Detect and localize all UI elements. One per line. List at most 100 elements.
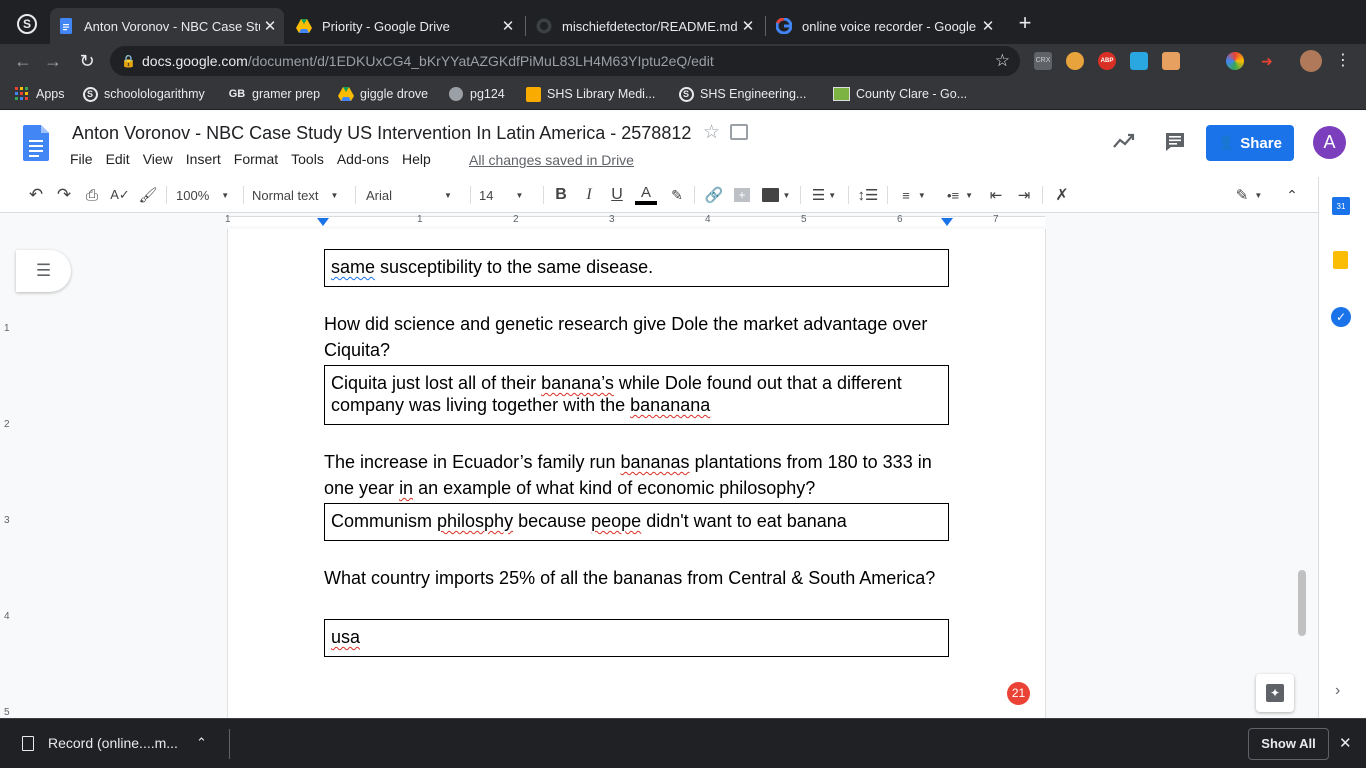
close-tab-icon[interactable]: ✕	[498, 17, 518, 35]
line-spacing-icon[interactable]: ↕☰	[857, 183, 879, 207]
misspelled-word[interactable]: peope	[591, 511, 641, 531]
crx-extension-icon[interactable]: CRX	[1034, 52, 1052, 70]
spellcheck-icon[interactable]: A✓	[110, 183, 130, 207]
italic-button[interactable]: I	[580, 183, 598, 207]
left-indent-marker[interactable]	[317, 218, 329, 226]
paint-format-icon[interactable]: 🖌	[138, 183, 158, 207]
answer-box-4[interactable]: usa	[324, 619, 949, 657]
increase-indent-icon[interactable]: ⇥	[1014, 183, 1034, 207]
bookmark-pg124[interactable]: pg124	[448, 84, 505, 104]
misspelled-word[interactable]: usa	[331, 627, 360, 647]
bookmark-shs-engineering[interactable]: S SHS Engineering...	[678, 84, 806, 104]
document-page[interactable]: same susceptibility to the same disease.…	[228, 229, 1045, 718]
bookmark-gramer-prep[interactable]: GB gramer prep	[228, 84, 320, 104]
chrome-profile-avatar[interactable]	[1300, 50, 1322, 72]
url-input[interactable]: 🔒 docs.google.com/document/d/1EDKUxCG4_b…	[110, 46, 1020, 76]
account-avatar[interactable]: A	[1313, 126, 1346, 159]
expand-panel-chevron-icon[interactable]: ›	[1335, 682, 1340, 700]
tab-online-voice-recorder[interactable]: online voice recorder - Google ✕	[768, 8, 1002, 44]
zoom-select[interactable]: 100% ▼	[176, 183, 236, 207]
right-indent-marker[interactable]	[941, 218, 953, 226]
share-button[interactable]: 👤 Share	[1206, 125, 1294, 161]
keep-icon[interactable]	[1333, 251, 1348, 269]
tab-anton-voronov[interactable]: Anton Voronov - NBC Case Stu ✕	[50, 8, 284, 44]
answer-box-1[interactable]: same susceptibility to the same disease.	[324, 249, 949, 287]
bulleted-list-icon[interactable]: •≡ ▼	[942, 183, 978, 207]
document-outline-button[interactable]: ☰	[16, 250, 71, 292]
decrease-indent-icon[interactable]: ⇤	[986, 183, 1006, 207]
add-comment-icon[interactable]: +	[733, 183, 751, 207]
link-icon[interactable]: 🔗	[703, 183, 725, 207]
menu-format[interactable]: Format	[234, 151, 278, 167]
docs-logo-icon[interactable]	[23, 125, 49, 166]
underline-button[interactable]: U	[608, 183, 626, 207]
menu-edit[interactable]: Edit	[106, 151, 130, 167]
misspelled-word[interactable]: bananas	[620, 452, 689, 472]
highlight-pen-icon[interactable]: ✎	[667, 183, 687, 207]
explore-button[interactable]: ✦	[1256, 674, 1294, 712]
profile-icon[interactable]: S	[17, 14, 37, 34]
show-all-button[interactable]: Show All	[1248, 728, 1329, 760]
paragraph-style-select[interactable]: Normal text ▼	[252, 183, 346, 207]
insert-image-icon[interactable]: ▼	[760, 183, 792, 207]
menu-view[interactable]: View	[143, 151, 173, 167]
print-icon[interactable]: ⎙	[82, 183, 102, 207]
comment-notification-badge[interactable]: 21	[1007, 682, 1030, 705]
tab-mischiefdetector-readme[interactable]: mischiefdetector/README.md ✕	[528, 8, 762, 44]
undo-icon[interactable]: ↶	[26, 183, 46, 207]
menu-add-ons[interactable]: Add-ons	[337, 151, 389, 167]
wave-extension-icon[interactable]	[1130, 52, 1148, 70]
star-icon[interactable]: ☆	[703, 121, 720, 144]
align-icon[interactable]: ☰ ▼	[808, 183, 840, 207]
misspelled-word[interactable]: philosphy	[437, 511, 513, 531]
answer-box-2[interactable]: Ciquita just lost all of their banana’s …	[324, 365, 949, 425]
owl-extension-icon[interactable]	[1066, 52, 1084, 70]
menu-file[interactable]: File	[70, 151, 93, 167]
editing-mode-icon[interactable]: ✎ ▼	[1232, 183, 1266, 207]
new-tab-button[interactable]: +	[1012, 10, 1038, 36]
bookmark-schoolologarithmy[interactable]: S schoolologarithmy	[82, 84, 205, 104]
misspelled-word[interactable]: bananana	[630, 395, 710, 415]
color-picker-extension-icon[interactable]	[1226, 52, 1244, 70]
close-tab-icon[interactable]: ✕	[260, 17, 280, 35]
close-tab-icon[interactable]: ✕	[738, 17, 758, 35]
close-tab-icon[interactable]: ✕	[978, 17, 998, 35]
move-to-folder-icon[interactable]	[730, 124, 748, 140]
font-size-select[interactable]: 14 ▼	[479, 183, 535, 207]
clear-formatting-icon[interactable]: ✗	[1052, 183, 1072, 207]
extension-icon[interactable]	[1196, 52, 1214, 70]
menu-tools[interactable]: Tools	[291, 151, 324, 167]
comments-icon[interactable]	[1165, 132, 1185, 157]
bold-button[interactable]: B	[552, 183, 570, 207]
collapse-menus-icon[interactable]: ⌃	[1282, 183, 1302, 207]
calendar-icon[interactable]: 31	[1332, 197, 1350, 215]
bookmark-star-icon[interactable]: ☆	[995, 46, 1010, 76]
download-item[interactable]: Record (online....m... ⌃	[22, 735, 207, 751]
back-arrow-icon[interactable]: ←	[11, 49, 35, 73]
bookmark-county-clare[interactable]: County Clare - Go...	[832, 84, 967, 104]
red-extension-icon[interactable]: ➜	[1258, 52, 1276, 70]
vertical-scrollbar[interactable]	[1298, 570, 1306, 636]
menu-insert[interactable]: Insert	[186, 151, 221, 167]
answer-box-3[interactable]: Communism philosphy because peope didn't…	[324, 503, 949, 541]
chevron-up-icon[interactable]: ⌃	[196, 735, 207, 751]
document-title[interactable]: Anton Voronov - NBC Case Study US Interv…	[72, 123, 691, 144]
bookmark-apps[interactable]: Apps	[14, 84, 65, 104]
adblock-plus-icon[interactable]: ABP	[1098, 52, 1116, 70]
box-extension-icon[interactable]	[1162, 52, 1180, 70]
font-select[interactable]: Arial ▼	[366, 183, 460, 207]
chrome-menu-icon[interactable]: ⋮	[1335, 48, 1351, 74]
forward-arrow-icon[interactable]: →	[41, 49, 65, 73]
bookmark-giggle-drove[interactable]: giggle drove	[338, 84, 428, 104]
numbered-list-icon[interactable]: ≡ ▼	[896, 183, 932, 207]
bookmark-shs-library[interactable]: SHS Library Medi...	[525, 84, 655, 104]
reload-icon[interactable]: ↻	[75, 49, 99, 73]
close-downloads-icon[interactable]: ✕	[1339, 734, 1352, 752]
save-status[interactable]: All changes saved in Drive	[469, 152, 634, 168]
tab-priority-google-drive[interactable]: Priority - Google Drive ✕	[288, 8, 522, 44]
redo-icon[interactable]: ↷	[54, 183, 74, 207]
text-color-button[interactable]: A	[634, 183, 658, 207]
menu-help[interactable]: Help	[402, 151, 431, 167]
misspelled-word[interactable]: in	[399, 478, 413, 498]
misspelled-word[interactable]: banana’s	[541, 373, 614, 393]
